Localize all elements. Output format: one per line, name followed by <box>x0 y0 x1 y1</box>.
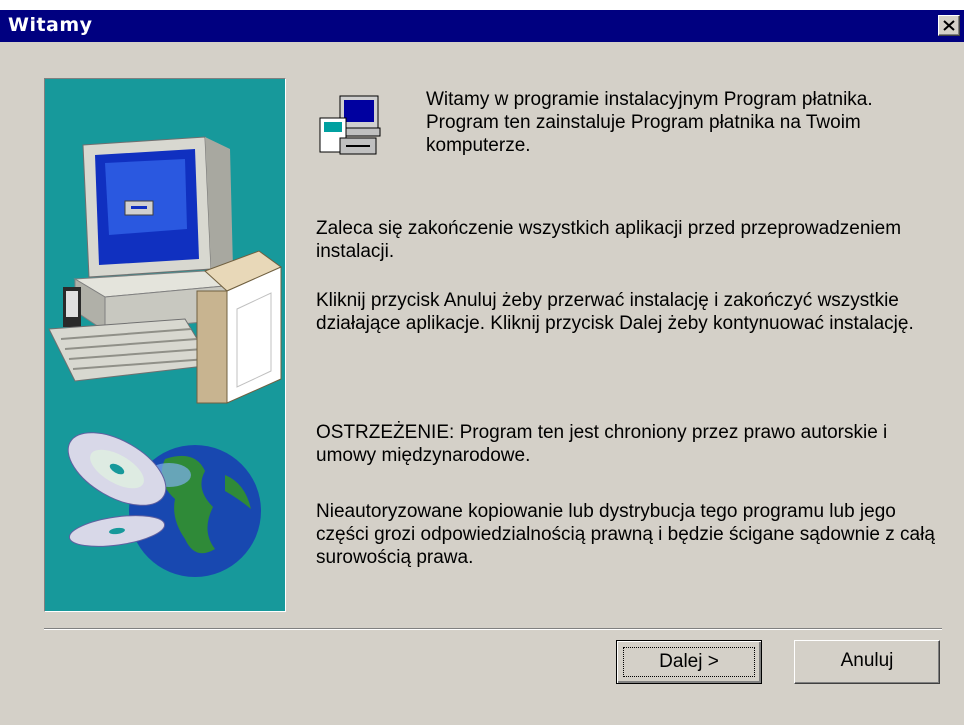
warning-text: OSTRZEŻENIE: Program ten jest chroniony … <box>316 422 888 466</box>
wizard-illustration <box>44 78 286 612</box>
close-button[interactable] <box>938 15 960 36</box>
window-title: Witamy <box>8 14 93 36</box>
close-icon <box>943 20 955 31</box>
close-apps-text: Zaleca się zakończenie wszystkich aplika… <box>316 218 902 262</box>
legal-text: Nieautoryzowane kopiowanie lub dystrybuc… <box>316 501 935 568</box>
button-divider <box>44 628 942 630</box>
computer-box-globe-cd-illustration <box>48 136 282 577</box>
instructions-text: Kliknij przycisk Anuluj żeby przerwać in… <box>316 290 914 334</box>
next-button[interactable]: Dalej > <box>616 640 762 684</box>
setup-computer-icon <box>319 95 381 155</box>
cancel-button[interactable]: Anuluj <box>794 640 940 684</box>
next-button-label: Dalej > <box>623 647 755 677</box>
intro-text: Witamy w programie instalacyjnym Program… <box>426 89 873 156</box>
title-bar[interactable]: Witamy <box>0 10 964 42</box>
